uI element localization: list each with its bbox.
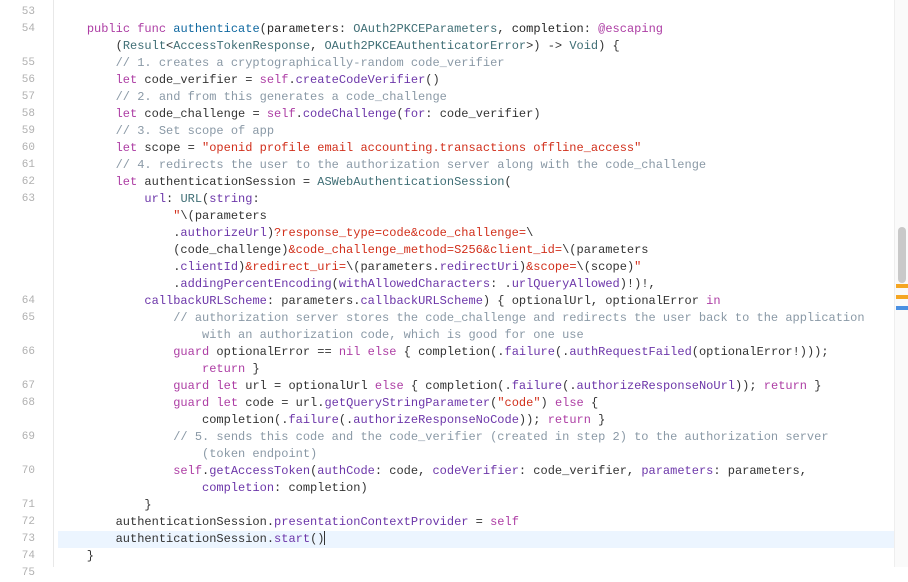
code-line[interactable]: (Result<AccessTokenResponse, OAuth2PKCEA… xyxy=(58,38,908,55)
line-number xyxy=(0,480,53,497)
line-number xyxy=(0,327,53,344)
line-number xyxy=(0,361,53,378)
code-line[interactable]: let code_verifier = self.createCodeVerif… xyxy=(58,72,908,89)
code-line[interactable]: "\(parameters xyxy=(58,208,908,225)
code-line[interactable]: guard let code = url.getQueryStringParam… xyxy=(58,395,908,412)
line-number: 70 xyxy=(0,463,53,480)
code-line[interactable]: // authorization server stores the code_… xyxy=(58,310,908,327)
code-line[interactable]: guard let url = optionalUrl else { compl… xyxy=(58,378,908,395)
code-line[interactable]: authenticationSession.presentationContex… xyxy=(58,514,908,531)
line-number: 55 xyxy=(0,55,53,72)
code-line[interactable]: (code_challenge)&code_challenge_method=S… xyxy=(58,242,908,259)
line-number: 54 xyxy=(0,21,53,38)
line-number-gutter: 5354555657585960616263646566676869707172… xyxy=(0,0,54,567)
code-line[interactable]: let code_challenge = self.codeChallenge(… xyxy=(58,106,908,123)
code-line[interactable]: completion(.failure(.authorizeResponseNo… xyxy=(58,412,908,429)
line-number: 53 xyxy=(0,4,53,21)
code-line[interactable]: (token endpoint) xyxy=(58,446,908,463)
code-line[interactable]: public func authenticate(parameters: OAu… xyxy=(58,21,908,38)
code-editor[interactable]: 5354555657585960616263646566676869707172… xyxy=(0,0,908,567)
code-line[interactable]: with an authorization code, which is goo… xyxy=(58,327,908,344)
line-number: 68 xyxy=(0,395,53,412)
line-number: 61 xyxy=(0,157,53,174)
code-line[interactable]: } xyxy=(58,548,908,565)
line-number: 65 xyxy=(0,310,53,327)
line-number: 72 xyxy=(0,514,53,531)
code-line[interactable]: return } xyxy=(58,361,908,378)
line-number xyxy=(0,38,53,55)
line-number: 56 xyxy=(0,72,53,89)
line-number xyxy=(0,446,53,463)
line-number: 75 xyxy=(0,565,53,582)
line-number: 73 xyxy=(0,531,53,548)
line-number: 66 xyxy=(0,344,53,361)
code-line[interactable]: // 3. Set scope of app xyxy=(58,123,908,140)
line-number: 74 xyxy=(0,548,53,565)
code-line[interactable]: .authorizeUrl)?response_type=code&code_c… xyxy=(58,225,908,242)
code-line[interactable]: guard optionalError == nil else { comple… xyxy=(58,344,908,361)
code-line[interactable]: // 2. and from this generates a code_cha… xyxy=(58,89,908,106)
code-line[interactable]: // 1. creates a cryptographically-random… xyxy=(58,55,908,72)
line-number: 63 xyxy=(0,191,53,208)
scrollbar-marker xyxy=(896,306,908,310)
code-line[interactable]: url: URL(string: xyxy=(58,191,908,208)
line-number xyxy=(0,225,53,242)
code-line[interactable]: // 5. sends this code and the code_verif… xyxy=(58,429,908,446)
line-number xyxy=(0,208,53,225)
scrollbar-marker xyxy=(896,284,908,288)
line-number: 69 xyxy=(0,429,53,446)
line-number: 60 xyxy=(0,140,53,157)
scrollbar-marker xyxy=(896,295,908,299)
line-number: 57 xyxy=(0,89,53,106)
code-line[interactable]: self.getAccessToken(authCode: code, code… xyxy=(58,463,908,480)
line-number: 58 xyxy=(0,106,53,123)
line-number xyxy=(0,259,53,276)
code-line[interactable]: .addingPercentEncoding(withAllowedCharac… xyxy=(58,276,908,293)
line-number: 59 xyxy=(0,123,53,140)
code-line[interactable] xyxy=(58,4,908,21)
code-line[interactable]: callbackURLScheme: parameters.callbackUR… xyxy=(58,293,908,310)
code-line[interactable]: } xyxy=(58,497,908,514)
code-area[interactable]: public func authenticate(parameters: OAu… xyxy=(54,0,908,567)
code-line[interactable]: let scope = "openid profile email accoun… xyxy=(58,140,908,157)
line-number: 62 xyxy=(0,174,53,191)
code-line[interactable]: // 4. redirects the user to the authoriz… xyxy=(58,157,908,174)
code-line[interactable]: completion: completion) xyxy=(58,480,908,497)
vertical-scrollbar[interactable] xyxy=(894,0,908,567)
line-number: 71 xyxy=(0,497,53,514)
code-line[interactable]: authenticationSession.start() xyxy=(58,531,908,548)
code-line[interactable]: .clientId)&redirect_uri=\(parameters.red… xyxy=(58,259,908,276)
line-number xyxy=(0,242,53,259)
line-number xyxy=(0,276,53,293)
line-number: 64 xyxy=(0,293,53,310)
line-number: 67 xyxy=(0,378,53,395)
scroll-thumb[interactable] xyxy=(898,227,906,284)
line-number xyxy=(0,412,53,429)
code-line[interactable]: let authenticationSession = ASWebAuthent… xyxy=(58,174,908,191)
